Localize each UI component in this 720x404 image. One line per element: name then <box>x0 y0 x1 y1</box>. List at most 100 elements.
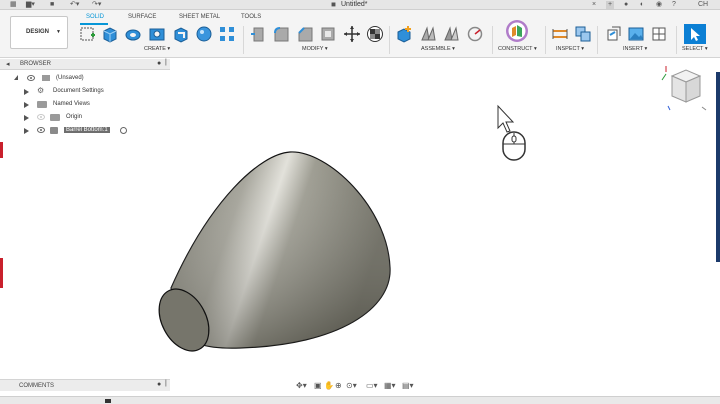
zoom-icon[interactable]: ⊕ <box>335 381 342 390</box>
chamfer-icon[interactable] <box>296 25 314 43</box>
visibility-eye-icon[interactable] <box>37 127 45 133</box>
sphere-icon[interactable] <box>195 25 213 43</box>
mouse-hint-icon <box>502 131 526 161</box>
document-node-icon <box>42 75 50 81</box>
tab-sheet-metal[interactable]: SHEET METAL <box>179 13 220 21</box>
insert-label: INSERT <box>623 46 643 52</box>
undo-icon[interactable]: ↶▾ <box>70 1 79 9</box>
left-edge-mark <box>0 142 3 158</box>
assemble-menu[interactable]: ASSEMBLE ▾ <box>421 46 455 53</box>
insert-image-icon[interactable] <box>627 25 645 43</box>
collapse-panel-icon[interactable]: ◂ <box>6 60 10 68</box>
revolve-icon[interactable] <box>124 25 142 43</box>
divider <box>243 26 244 54</box>
modify-menu[interactable]: MODIFY ▾ <box>302 46 328 53</box>
workspace-switcher[interactable]: DESIGN ▼ <box>10 16 68 49</box>
tab-solid[interactable]: SOLID <box>86 13 104 21</box>
look-at-icon[interactable]: ▣ <box>314 381 322 390</box>
jobs-icon[interactable]: ◐ <box>640 1 644 9</box>
construct-label: CONSTRUCT <box>498 46 533 52</box>
expand-arrow-icon[interactable] <box>24 115 29 121</box>
insert-derive-icon[interactable] <box>604 25 622 43</box>
construct-plane-icon[interactable] <box>505 19 529 43</box>
browser-item-document-settings[interactable]: ⚙ Document Settings <box>24 86 144 98</box>
create-label: CREATE <box>144 46 166 52</box>
close-tab-icon[interactable]: × <box>592 1 596 9</box>
panel-menu-icon[interactable]: | <box>165 380 167 387</box>
shell-icon[interactable] <box>319 25 337 43</box>
folder-icon <box>50 114 60 121</box>
create-sketch-icon[interactable] <box>79 25 97 43</box>
pattern-icon[interactable] <box>218 25 236 43</box>
expand-arrow-icon[interactable] <box>24 102 29 108</box>
display-settings-icon[interactable]: ▭▾ <box>366 381 378 390</box>
joint-icon[interactable] <box>419 25 437 43</box>
viewcube[interactable] <box>660 62 710 117</box>
hole-icon[interactable] <box>148 25 166 43</box>
workspace-label: DESIGN <box>26 29 50 35</box>
visibility-eye-icon[interactable] <box>27 75 35 81</box>
construct-menu[interactable]: CONSTRUCT ▾ <box>498 46 537 53</box>
measure-icon[interactable] <box>551 25 569 43</box>
item-label: Barrel Bottom:1 <box>64 127 110 133</box>
divider <box>389 26 390 54</box>
select-tool-icon[interactable] <box>684 24 706 44</box>
press-pull-icon[interactable] <box>248 25 266 43</box>
orbit-icon[interactable]: ✥▾ <box>296 381 307 390</box>
select-menu[interactable]: SELECT ▾ <box>682 46 708 53</box>
navigation-bar: ✥▾ ▣ ✋ ⊕ ⊙▾ ▭▾ ▦▾ ▤▾ <box>290 379 430 392</box>
root-label: (Unsaved) <box>56 75 84 81</box>
save-icon[interactable]: ■ <box>50 1 54 9</box>
help-icon[interactable]: ? <box>672 1 676 9</box>
fillet-icon[interactable] <box>272 25 290 43</box>
extrude-icon[interactable] <box>101 25 119 43</box>
barrel-bottom-body[interactable] <box>150 140 410 355</box>
browser-item-named-views[interactable]: Named Views <box>24 99 144 111</box>
browser-root-node[interactable]: (Unsaved) <box>14 73 134 85</box>
insert-menu[interactable]: INSERT ▾ <box>623 46 647 53</box>
inspect-menu[interactable]: INSPECT ▾ <box>556 46 584 53</box>
panel-pin-icon[interactable]: ● <box>157 60 161 67</box>
tab-surface[interactable]: SURFACE <box>128 13 156 21</box>
item-label: Origin <box>66 114 83 120</box>
browser-item-barrel-bottom[interactable]: Barrel Bottom:1 <box>24 125 144 137</box>
browser-header: ◂ BROWSER ● | <box>0 59 170 70</box>
pan-icon[interactable]: ✋ <box>324 381 334 390</box>
as-built-joint-icon[interactable] <box>442 25 460 43</box>
comments-pin-icon[interactable]: ● <box>157 381 161 388</box>
browser-panel: ◂ BROWSER ● | (Unsaved) ⚙ Document Setti… <box>0 59 170 199</box>
timeline-marker[interactable] <box>105 399 111 403</box>
pipe-icon[interactable] <box>172 25 190 43</box>
fit-icon[interactable]: ⊙▾ <box>346 381 357 390</box>
expand-arrow-icon[interactable] <box>14 75 18 80</box>
grid-menu-icon[interactable]: ▦ <box>10 1 17 9</box>
redo-icon[interactable]: ↷▾ <box>92 1 101 9</box>
tab-tools[interactable]: TOOLS <box>241 13 261 21</box>
divider <box>492 26 493 54</box>
panel-menu-icon[interactable]: | <box>165 59 167 66</box>
new-component-icon[interactable] <box>395 25 413 43</box>
viewports-icon[interactable]: ▤▾ <box>402 381 414 390</box>
file-icon[interactable]: ▆▾ <box>26 1 35 9</box>
insert-mesh-icon[interactable] <box>650 25 668 43</box>
visibility-eye-icon[interactable] <box>37 114 45 120</box>
grid-snap-icon[interactable]: ▦▾ <box>384 381 396 390</box>
notification-icon[interactable]: ● <box>624 1 628 9</box>
expand-arrow-icon[interactable] <box>24 89 29 95</box>
fusion-app-window: ▦ ▆▾ ■ ↶▾ ↷▾ ◼ Untitled* × + ● ◐ ◉ ? CH … <box>0 0 720 404</box>
move-icon[interactable] <box>343 25 361 43</box>
activate-radio-icon[interactable] <box>120 127 127 134</box>
motion-link-icon[interactable] <box>466 25 484 43</box>
item-label: Document Settings <box>53 88 104 94</box>
alert-icon[interactable]: ◉ <box>656 1 662 9</box>
right-edge-mark <box>716 72 720 262</box>
create-menu[interactable]: CREATE ▾ <box>144 46 170 53</box>
interference-icon[interactable] <box>574 25 592 43</box>
expand-arrow-icon[interactable] <box>24 128 29 134</box>
browser-item-origin[interactable]: Origin <box>24 112 144 124</box>
user-avatar[interactable]: CH <box>698 1 708 9</box>
assemble-label: ASSEMBLE <box>421 46 451 52</box>
new-tab-icon[interactable]: + <box>606 1 615 9</box>
chevron-down-icon: ▼ <box>56 29 61 35</box>
appearance-icon[interactable] <box>366 25 384 43</box>
